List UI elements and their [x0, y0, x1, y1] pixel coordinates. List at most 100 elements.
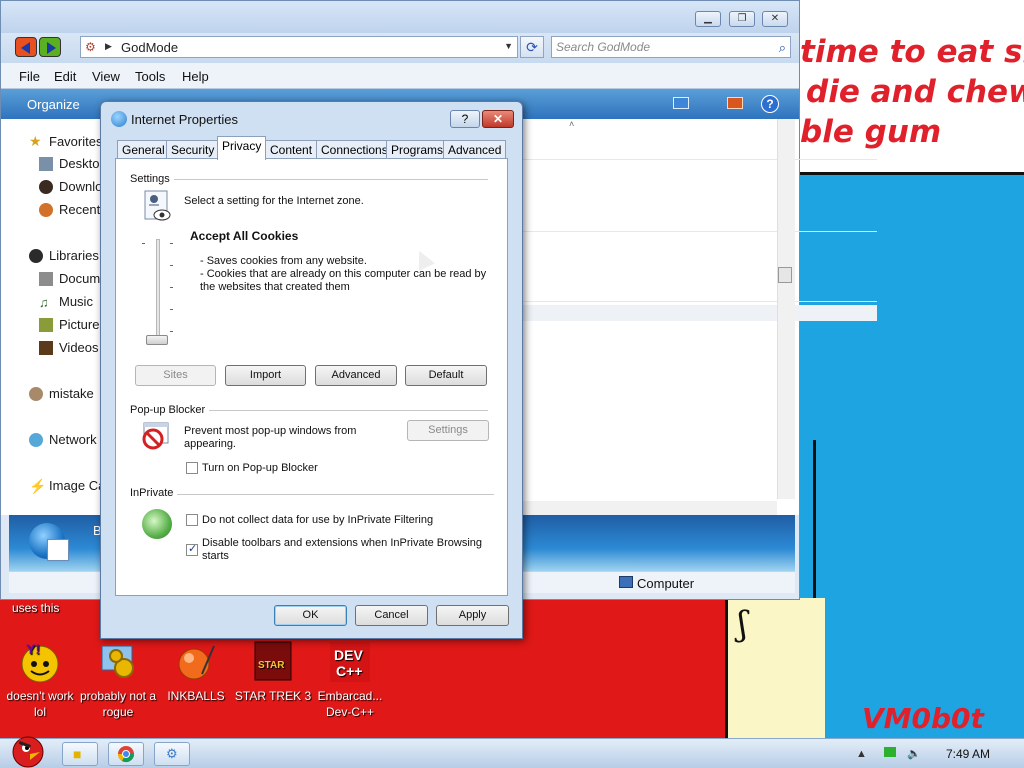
apply-button[interactable]: Apply	[436, 605, 509, 626]
taskbar-explorer-button[interactable]: ■	[62, 742, 98, 766]
address-bar[interactable]: ⚙ ▶ GodMode ▼	[80, 36, 518, 58]
desktop-icon-label: doesn't work lol	[6, 689, 74, 719]
start-button[interactable]	[6, 730, 50, 768]
explorer-titlebar[interactable]: ▁ ❐ ✕	[1, 1, 799, 33]
refresh-button[interactable]: ⟳	[520, 36, 544, 58]
desktop-icon-star-trek[interactable]: STAR STAR TREK 3	[233, 640, 313, 704]
search-input[interactable]	[556, 39, 766, 55]
videos-icon	[39, 341, 53, 355]
tab-connections[interactable]: Connections	[316, 140, 393, 159]
taskbar-control-panel-button[interactable]: ⚙	[154, 742, 190, 766]
downloads-icon	[39, 180, 53, 194]
desktop-icon-devcpp[interactable]: DEV C++ Embarcad... Dev-C++	[310, 640, 390, 720]
privacy-level-desc-1: - Saves cookies from any website.	[200, 255, 367, 267]
horizontal-scrollbar[interactable]	[521, 501, 777, 515]
nav-item-libraries[interactable]: Libraries	[49, 248, 99, 263]
wallpaper-signature: VM0b0t	[862, 702, 984, 735]
taskbar-chrome-button[interactable]	[108, 742, 144, 766]
menu-bar: File Edit View Tools Help	[1, 63, 799, 89]
menu-view[interactable]: View	[92, 69, 120, 84]
sort-arrow-icon[interactable]: ˄	[569, 119, 574, 129]
menu-file[interactable]: File	[19, 69, 40, 84]
maximize-button[interactable]: ❐	[729, 11, 755, 27]
default-button[interactable]: Default	[405, 365, 487, 386]
privacy-slider-thumb[interactable]	[146, 335, 168, 345]
minimize-button[interactable]: ▁	[695, 11, 721, 27]
forward-button[interactable]	[39, 37, 61, 57]
nav-item-favorites[interactable]: Favorites	[49, 134, 102, 149]
tab-advanced[interactable]: Advanced	[443, 140, 507, 159]
menu-edit[interactable]: Edit	[54, 69, 76, 84]
scrollbar-thumb[interactable]	[778, 267, 792, 283]
close-button[interactable]: ✕	[762, 11, 788, 27]
organize-button[interactable]: Organize	[27, 97, 80, 112]
chrome-icon	[117, 746, 135, 763]
desktop-note: uses this	[12, 601, 60, 615]
status-location: Computer	[637, 576, 695, 591]
desktop-icon-yahoo[interactable]: Y! doesn't work lol	[0, 640, 80, 720]
menu-tools[interactable]: Tools	[135, 69, 165, 84]
battery-icon[interactable]	[883, 747, 896, 757]
change-view-icon[interactable]	[673, 97, 689, 109]
menu-help[interactable]: Help	[182, 69, 209, 84]
desktop-icon-inkballs[interactable]: INKBALLS	[156, 640, 236, 704]
dialog-title: Internet Properties	[131, 112, 238, 127]
search-icon[interactable]: ⌕	[779, 40, 786, 56]
show-hidden-icons[interactable]: ▲	[856, 748, 867, 760]
tab-content[interactable]: Content	[265, 140, 318, 159]
tab-general[interactable]: General	[117, 140, 170, 159]
inprivate-filtering-checkbox[interactable]	[186, 514, 198, 526]
preview-pane-icon[interactable]	[727, 97, 743, 109]
clock[interactable]: 7:49 AM	[946, 747, 990, 761]
popup-settings-button[interactable]: Settings	[407, 420, 489, 441]
tab-privacy[interactable]: Privacy	[217, 136, 267, 160]
dialog-close-button[interactable]: ✕	[482, 110, 514, 128]
navigation-pane: Favorites ★ Desktop Downloads Recent Pla…	[1, 119, 143, 515]
wallpaper-curl: ʃ	[738, 604, 748, 644]
nav-item-pictures[interactable]: Pictures	[59, 317, 106, 332]
wallpaper-text-line-2: die and chew	[806, 74, 1024, 110]
network-icon	[29, 433, 43, 447]
dialog-help-button[interactable]: ?	[450, 110, 480, 128]
back-button[interactable]	[15, 37, 37, 57]
nav-item-videos[interactable]: Videos	[59, 340, 99, 355]
address-dropdown-icon[interactable]: ▼	[504, 41, 513, 51]
content-divider	[517, 231, 877, 232]
content-divider	[517, 301, 877, 302]
nav-item-music[interactable]: Music	[59, 294, 93, 309]
tab-security[interactable]: Security	[166, 140, 220, 159]
popup-blocker-label: Turn on Pop-up Blocker	[202, 462, 318, 474]
documents-icon	[39, 272, 53, 286]
devcpp-icon: DEV C++	[328, 640, 372, 684]
nav-item-network[interactable]: Network	[49, 432, 97, 447]
computer-icon	[619, 576, 633, 588]
settings-prompt: Select a setting for the Internet zone.	[184, 195, 364, 207]
popup-blocker-checkbox[interactable]	[186, 462, 198, 474]
svg-text:C++: C++	[336, 663, 362, 679]
breadcrumb-arrow-icon: ▶	[105, 41, 112, 51]
sites-button[interactable]: Sites	[135, 365, 216, 386]
angry-bird-start-icon	[12, 736, 44, 768]
popup-description: Prevent most pop-up windows from appeari…	[184, 425, 357, 450]
volume-icon[interactable]: 🔈	[907, 748, 921, 760]
music-icon: ♫	[39, 295, 49, 310]
tab-programs[interactable]: Programs	[386, 140, 449, 159]
star-trek-icon: STAR	[251, 640, 295, 684]
inprivate-group-label: InPrivate	[130, 487, 178, 499]
nav-item-image-capture[interactable]: Image Ca	[49, 478, 105, 493]
import-button[interactable]: Import	[225, 365, 306, 386]
help-icon[interactable]: ?	[761, 95, 779, 113]
inprivate-toolbars-checkbox[interactable]	[186, 542, 198, 556]
refresh-icon: ⟳	[526, 39, 538, 55]
settings-group-label: Settings	[130, 173, 174, 185]
desktop-icon-label: probably not a rogue	[79, 689, 157, 719]
vertical-scrollbar[interactable]	[777, 119, 795, 499]
search-box[interactable]: ⌕	[551, 36, 791, 58]
advanced-button[interactable]: Advanced	[315, 365, 397, 386]
inprivate-icon	[142, 509, 172, 539]
privacy-slider-track[interactable]	[156, 239, 160, 343]
nav-item-user[interactable]: mistake	[49, 386, 94, 401]
cancel-button[interactable]: Cancel	[355, 605, 428, 626]
ok-button[interactable]: OK	[274, 605, 347, 626]
desktop-icon-gears[interactable]: probably not a rogue	[78, 640, 158, 720]
